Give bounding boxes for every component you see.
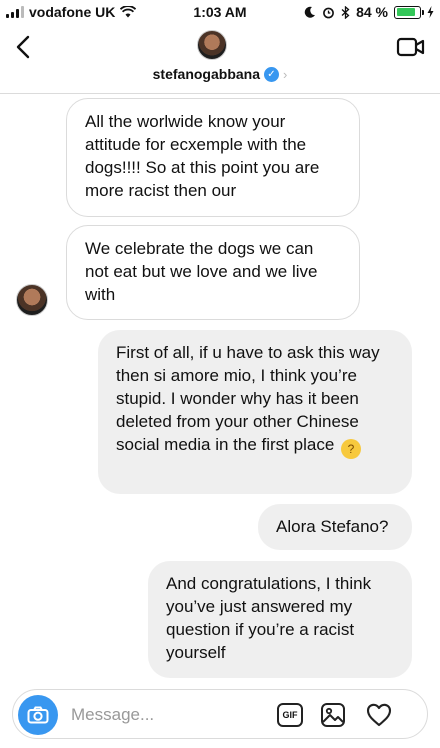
message-text: Alora Stefano? (276, 517, 389, 536)
chevron-right-icon: › (283, 66, 288, 82)
video-call-button[interactable] (396, 36, 426, 58)
battery-percent: 84 % (356, 4, 388, 20)
bluetooth-icon (341, 5, 350, 19)
moon-icon (304, 6, 316, 18)
charging-icon (427, 6, 434, 18)
back-button[interactable] (12, 34, 36, 60)
gif-button[interactable]: GIF (277, 703, 303, 727)
battery-level (396, 8, 415, 16)
sender-avatar[interactable] (16, 284, 48, 316)
message-composer: GIF (12, 689, 428, 739)
message-text: And congratulations, I think you’ve just… (166, 574, 372, 662)
status-right: 84 % (304, 4, 434, 20)
profile-avatar[interactable] (197, 30, 227, 60)
heart-button[interactable] (365, 701, 393, 729)
gallery-button[interactable] (319, 701, 347, 729)
gif-label: GIF (282, 710, 298, 720)
profile-name-link[interactable]: stefanogabbana ✓ › (0, 66, 440, 82)
verified-badge-icon: ✓ (264, 66, 279, 82)
camera-button[interactable] (18, 695, 58, 735)
message-text: All the worlwide know your attitude for … (85, 112, 320, 200)
message-input[interactable] (71, 702, 271, 728)
status-bar: vodafone UK 1:03 AM 84 % (0, 0, 440, 26)
message-text: First of all, if u have to ask this way … (116, 343, 380, 454)
message-bubble-sent[interactable]: Alora Stefano? (258, 504, 412, 550)
camera-icon (27, 706, 49, 724)
alarm-icon (323, 7, 334, 18)
message-text: We celebrate the dogs we can not eat but… (85, 239, 318, 304)
message-bubble-sent[interactable]: First of all, if u have to ask this way … (98, 330, 412, 494)
battery-icon (394, 5, 424, 19)
message-bubble-received[interactable]: All the worlwide know your attitude for … (66, 98, 360, 217)
thinking-face-icon: ? (341, 439, 362, 459)
message-bubble-received[interactable]: We celebrate the dogs we can not eat but… (66, 225, 360, 320)
username: stefanogabbana (152, 66, 260, 82)
chat-header: stefanogabbana ✓ › (0, 26, 440, 94)
message-bubble-sent[interactable]: And congratulations, I think you’ve just… (148, 561, 412, 678)
